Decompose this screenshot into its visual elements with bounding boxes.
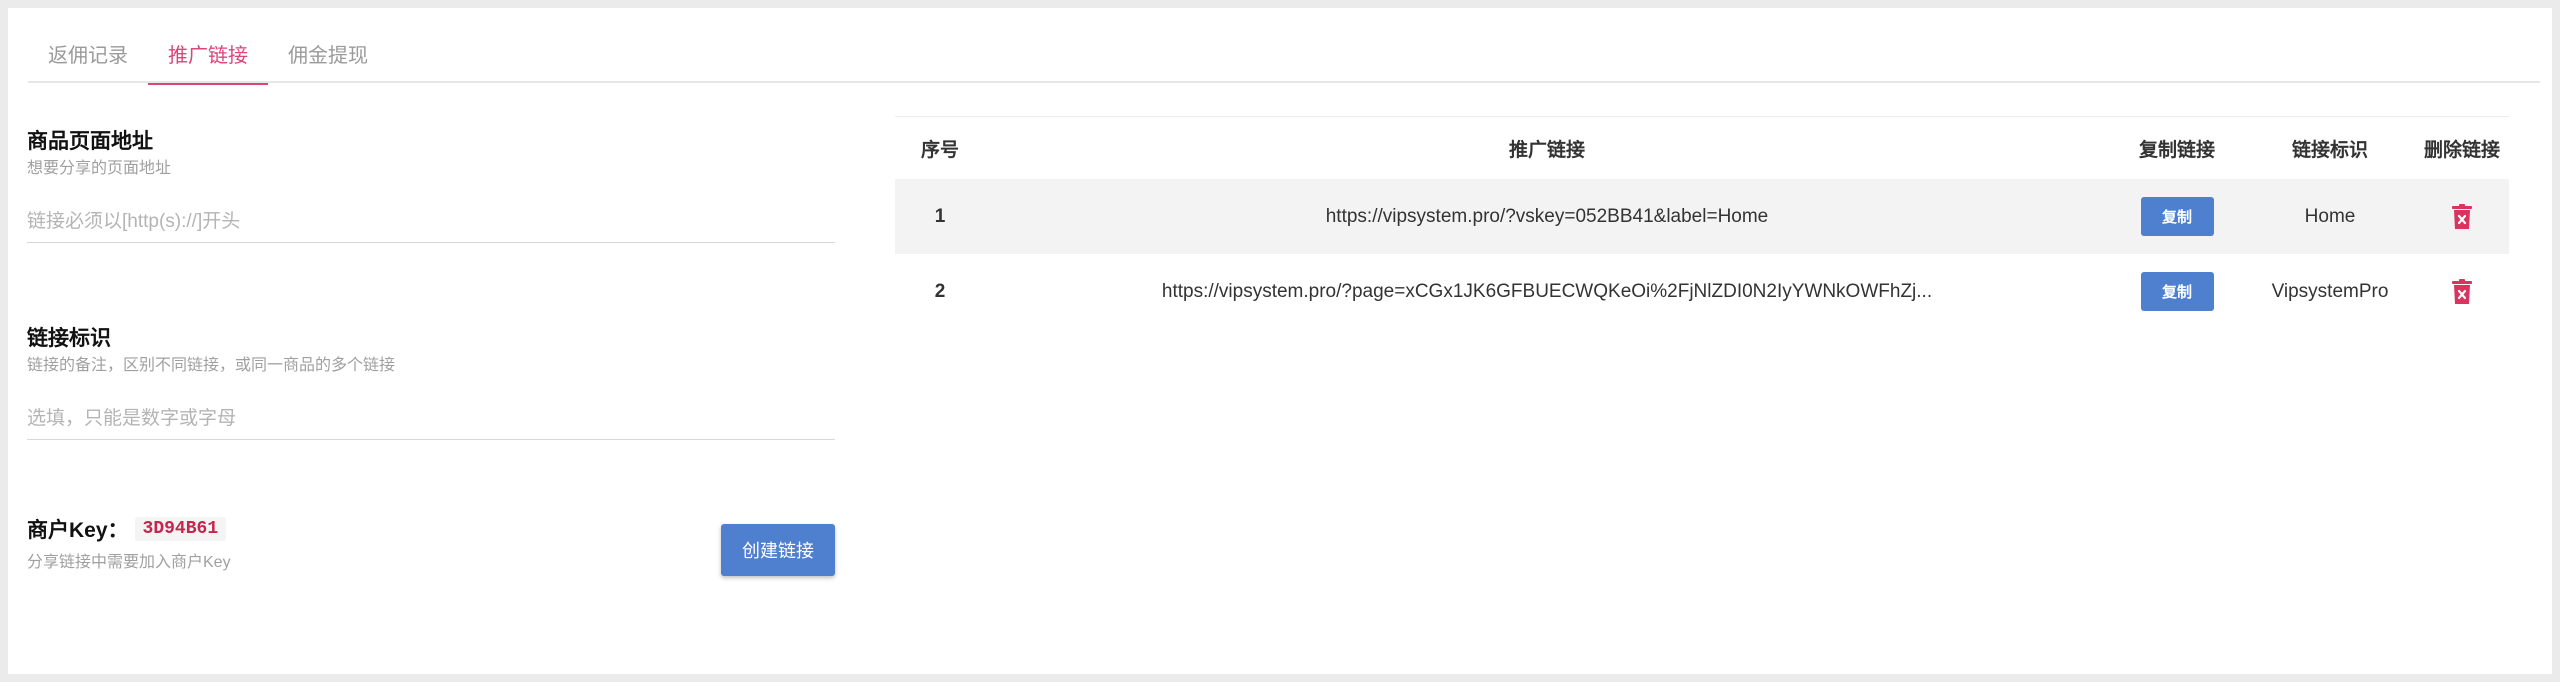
row-no: 2 [934,280,946,302]
tab-promo-links[interactable]: 推广链接 [148,30,268,85]
url-field-group: 商品页面地址 想要分享的页面地址 [27,128,835,325]
copy-link-button[interactable]: 复制 [2140,272,2214,311]
links-table: 序号 推广链接 复制链接 链接标识 删除链接 1 https://vipsyst… [895,116,2509,329]
trash-icon[interactable] [2451,203,2473,230]
tab-withdraw[interactable]: 佣金提现 [268,30,388,83]
page-url-input[interactable] [27,201,835,243]
row-link: https://vipsystem.pro/?page=xCGx1JK6GFBU… [1161,280,1933,302]
url-field-title: 商品页面地址 [27,130,153,153]
label-field-group: 链接标识 链接的备注，区别不同链接，或同一商品的多个链接 [27,325,835,522]
row-no: 1 [934,205,946,227]
header-link: 推广链接 [1508,139,1585,161]
label-field-desc: 链接的备注，区别不同链接，或同一商品的多个链接 [27,357,396,374]
link-label-input[interactable] [27,398,835,440]
header-no: 序号 [920,139,959,161]
row-link: https://vipsystem.pro/?vskey=052BB41&lab… [1325,205,1769,227]
header-delete: 删除链接 [2423,139,2500,161]
label-field-title: 链接标识 [27,327,111,350]
row-delete-cell [2415,278,2509,305]
url-field-desc: 想要分享的页面地址 [27,160,172,177]
row-label: Home [2304,205,2356,227]
table-row: 2 https://vipsystem.pro/?page=xCGx1JK6GF… [895,254,2509,329]
table-header: 序号 推广链接 复制链接 链接标识 删除链接 [895,117,2509,179]
copy-link-button[interactable]: 复制 [2140,197,2214,236]
header-label: 链接标识 [2291,139,2368,161]
create-link-button[interactable]: 创建链接 [721,524,835,576]
merchant-key-value: 3D94B61 [134,517,227,541]
row-copy-cell: 复制 [2109,197,2245,236]
tab-rebate-records[interactable]: 返佣记录 [28,30,148,83]
header-copy: 复制链接 [2138,139,2215,161]
row-label: VipsystemPro [2271,280,2389,302]
merchant-key-desc: 分享链接中需要加入商户Key [27,554,231,571]
trash-icon[interactable] [2451,278,2473,305]
tab-bar: 返佣记录 推广链接 佣金提现 [28,30,2540,85]
table-row: 1 https://vipsystem.pro/?vskey=052BB41&l… [895,179,2509,254]
row-delete-cell [2415,203,2509,230]
row-copy-cell: 复制 [2109,272,2245,311]
merchant-key-title: 商户Key： 3D94B61 [27,514,835,544]
create-link-form: 商品页面地址 想要分享的页面地址 链接标识 链接的备注，区别不同链接，或同一商品… [27,128,835,522]
merchant-key-row: 商户Key： 3D94B61 分享链接中需要加入商户Key 创建链接 [27,514,835,576]
merchant-key-label: 商户Key： [27,519,129,542]
